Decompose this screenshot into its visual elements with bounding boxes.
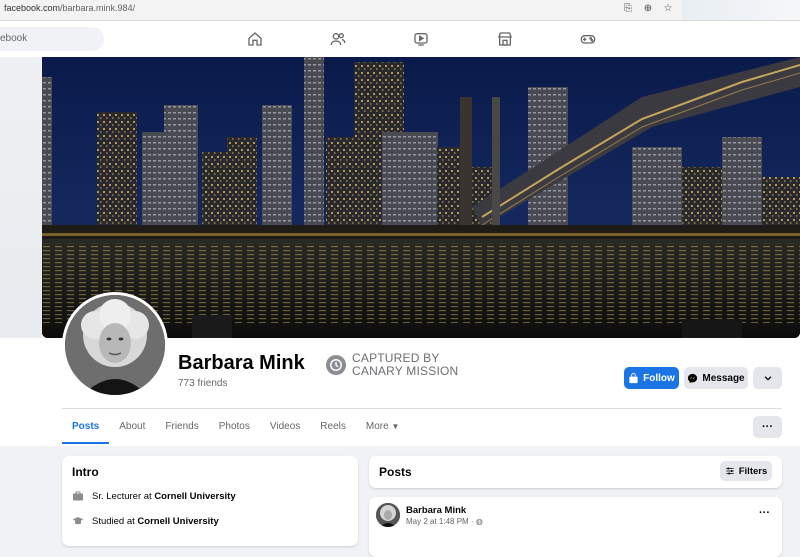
tab-photos[interactable]: Photos xyxy=(209,412,260,444)
tab-more-label: More xyxy=(365,421,389,432)
tab-more[interactable]: More ▼ xyxy=(356,412,410,444)
profile-name: Barbara Mink xyxy=(178,352,305,374)
cover-photo[interactable] xyxy=(42,57,800,338)
briefcase-icon xyxy=(73,491,83,501)
intro-card: Intro Sr. Lecturer at Cornell University… xyxy=(62,456,358,546)
message-button[interactable]: Message xyxy=(684,367,748,389)
intro-title: Intro xyxy=(72,465,99,479)
address-bar-extensions xyxy=(682,0,800,20)
tab-about[interactable]: About xyxy=(109,412,155,444)
post-author-avatar[interactable] xyxy=(376,503,400,527)
post-avatar-photo xyxy=(376,503,400,527)
tab-friends[interactable]: Friends xyxy=(155,412,208,444)
posts-title: Posts xyxy=(379,465,412,479)
tab-videos[interactable]: Videos xyxy=(260,412,310,444)
install-app-icon[interactable]: ⎘ xyxy=(622,2,634,16)
stamp-line-2: CANARY MISSION xyxy=(352,364,459,378)
follow-button[interactable]: Follow xyxy=(624,367,679,389)
filters-label: Filters xyxy=(738,465,768,477)
follow-icon xyxy=(629,372,638,383)
marketplace-icon[interactable] xyxy=(485,29,525,49)
chevron-down-icon xyxy=(764,376,771,381)
canary-mission-stamp: CAPTURED BY CANARY MISSION xyxy=(326,352,458,378)
search-input[interactable]: ebook xyxy=(0,27,104,51)
tabs-more-options-button[interactable]: ··· xyxy=(753,416,782,438)
post-timestamp[interactable]: May 2 at 1:48 PM · ◍ xyxy=(406,517,483,526)
clock-badge-icon xyxy=(326,355,346,375)
facebook-top-nav: ebook xyxy=(0,21,800,58)
post-time-text: May 2 at 1:48 PM · xyxy=(406,517,476,526)
intro-work-row: Sr. Lecturer at Cornell University xyxy=(72,490,236,502)
home-icon[interactable] xyxy=(235,29,275,49)
message-label: Message xyxy=(702,372,745,384)
left-gutter xyxy=(0,57,42,357)
gaming-icon[interactable] xyxy=(568,29,608,49)
post-options-button[interactable]: ··· xyxy=(759,507,770,519)
graduation-cap-icon xyxy=(72,517,84,525)
url-path: /barbara.mink.984/ xyxy=(60,3,136,13)
post-card: Barbara Mink May 2 at 1:48 PM · ◍ ··· xyxy=(369,497,782,557)
posts-header-card: Posts Filters xyxy=(369,456,782,488)
header-divider xyxy=(62,408,782,409)
study-prefix: Studied at xyxy=(92,515,138,527)
avatar-photo xyxy=(65,295,165,395)
ellipsis-icon: ··· xyxy=(759,507,770,519)
url-host: facebook.com xyxy=(4,3,61,13)
work-place[interactable]: Cornell University xyxy=(154,491,235,502)
friends-count[interactable]: 773 friends xyxy=(178,378,227,389)
profile-avatar[interactable] xyxy=(62,292,168,398)
messenger-icon xyxy=(688,373,698,383)
ellipsis-icon: ··· xyxy=(762,421,773,433)
friends-icon[interactable] xyxy=(318,29,358,49)
filters-button[interactable]: Filters xyxy=(720,461,772,481)
bookmark-star-icon[interactable]: ☆ xyxy=(662,2,674,16)
follow-label: Follow xyxy=(643,372,675,384)
profile-tabs: Posts About Friends Photos Videos Reels … xyxy=(62,412,409,444)
work-prefix: Sr. Lecturer at xyxy=(92,490,155,502)
intro-study-row: Studied at Cornell University xyxy=(72,515,219,527)
watch-video-icon[interactable] xyxy=(401,29,441,49)
caret-down-icon: ▼ xyxy=(391,422,400,431)
study-place[interactable]: Cornell University xyxy=(137,516,218,527)
post-author-name[interactable]: Barbara Mink xyxy=(406,505,466,516)
cover-photo-image xyxy=(42,57,800,338)
browser-address-bar[interactable]: facebook.com/barbara.mink.984/ ⎘ ⊕ ☆ xyxy=(0,0,800,21)
url-text[interactable]: facebook.com/barbara.mink.984/ xyxy=(4,3,135,13)
sliders-icon xyxy=(725,467,734,475)
privacy-icon: ◍ xyxy=(475,517,483,526)
tab-reels[interactable]: Reels xyxy=(310,412,356,444)
zoom-icon[interactable]: ⊕ xyxy=(642,2,654,16)
tab-posts[interactable]: Posts xyxy=(62,412,110,444)
profile-more-button[interactable] xyxy=(753,367,782,389)
